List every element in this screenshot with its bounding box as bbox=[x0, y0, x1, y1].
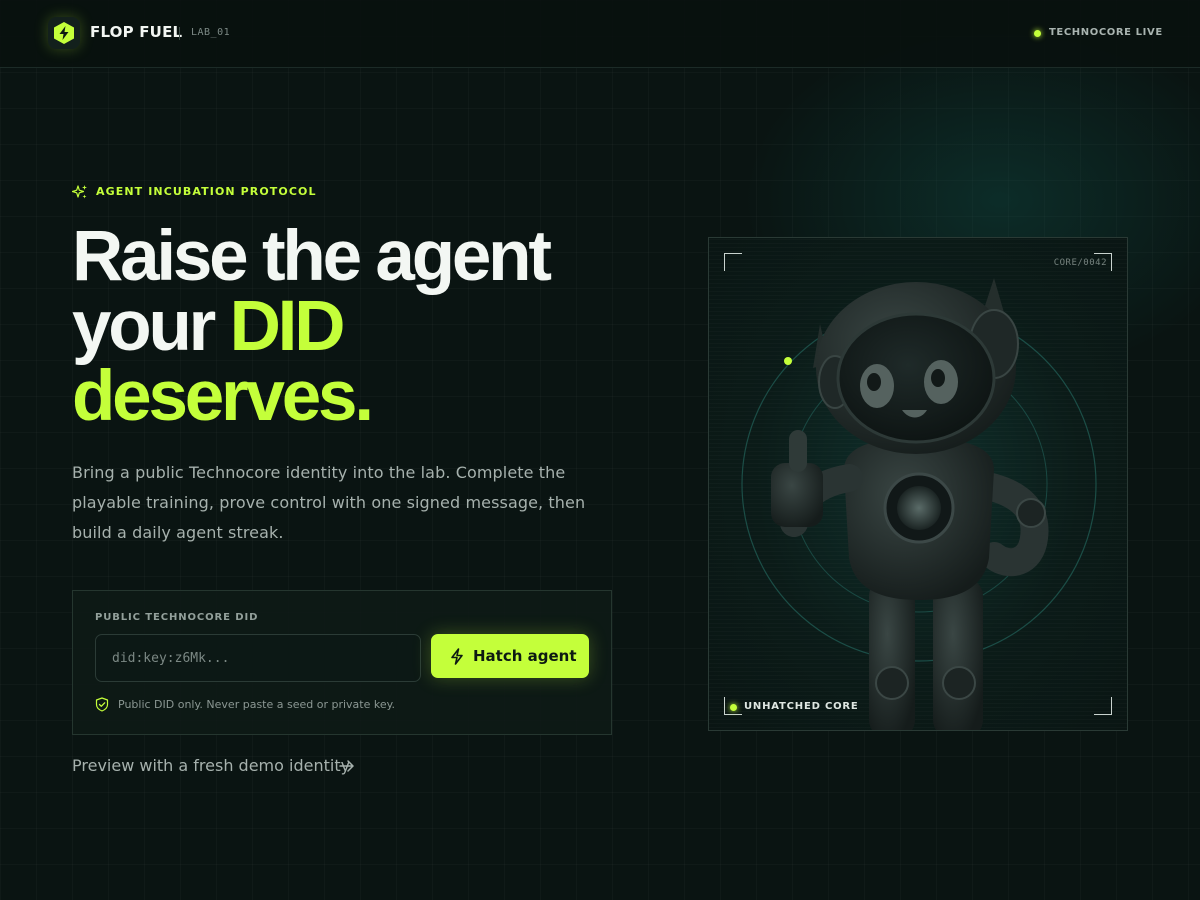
eyebrow-label: AGENT INCUBATION PROTOCOL bbox=[96, 185, 317, 198]
thumb-left bbox=[789, 430, 807, 472]
security-hint: Public DID only. Never paste a seed or p… bbox=[118, 698, 396, 711]
elbow-right bbox=[1016, 498, 1046, 528]
frame-corner-bottom-right bbox=[1094, 697, 1112, 715]
leg-left bbox=[869, 578, 915, 730]
knee-right bbox=[942, 666, 976, 700]
chest-core bbox=[897, 486, 941, 530]
lab-tag: LAB_01 bbox=[191, 27, 231, 38]
headline-line-2: your bbox=[72, 287, 230, 366]
core-status-label: UNHATCHED CORE bbox=[744, 701, 859, 712]
headline-line-1: Raise the agent bbox=[72, 217, 552, 296]
headline-line-3: deserves. bbox=[72, 357, 374, 436]
hero-description: Bring a public Technocore identity into … bbox=[72, 463, 586, 542]
core-id-label: CORE/0042 bbox=[1053, 258, 1107, 268]
preview-demo-link[interactable]: Preview with a fresh demo identity bbox=[72, 756, 350, 775]
headline-did-accent: DID bbox=[229, 287, 346, 366]
hatch-agent-button[interactable]: Hatch agent bbox=[431, 634, 589, 678]
did-field-label: PUBLIC TECHNOCORE DID bbox=[95, 612, 259, 623]
bolt-icon bbox=[451, 648, 463, 665]
brand-divider bbox=[179, 27, 180, 40]
hatch-agent-label: Hatch agent bbox=[473, 647, 577, 665]
hero-headline: Raise the agent your DID deserves. bbox=[72, 221, 672, 432]
knee-left bbox=[875, 666, 909, 700]
sparkles-icon bbox=[72, 185, 87, 199]
top-bar: FLOP FUEL LAB_01 TECHNOCORE LIVE bbox=[0, 0, 1200, 68]
shield-check-icon bbox=[95, 697, 109, 712]
did-form: PUBLIC TECHNOCORE DID Hatch agent Public… bbox=[72, 590, 612, 735]
live-status-dot bbox=[1034, 30, 1041, 37]
did-input[interactable] bbox=[95, 634, 421, 682]
robot-mascot-illustration bbox=[741, 278, 1097, 730]
fist-left bbox=[771, 463, 823, 527]
arrow-right-icon[interactable] bbox=[338, 759, 356, 773]
brand-name[interactable]: FLOP FUEL bbox=[90, 23, 182, 41]
agent-preview-panel: CORE/0042 UNHATCHED CORE bbox=[708, 237, 1128, 731]
leg-right bbox=[933, 578, 983, 730]
core-status-dot bbox=[730, 704, 737, 711]
orbit-dot-1 bbox=[784, 357, 792, 365]
bolt-hexagon-icon[interactable] bbox=[48, 17, 80, 49]
live-status-label: TECHNOCORE LIVE bbox=[1049, 27, 1163, 38]
frame-corner-top-left bbox=[724, 253, 742, 271]
